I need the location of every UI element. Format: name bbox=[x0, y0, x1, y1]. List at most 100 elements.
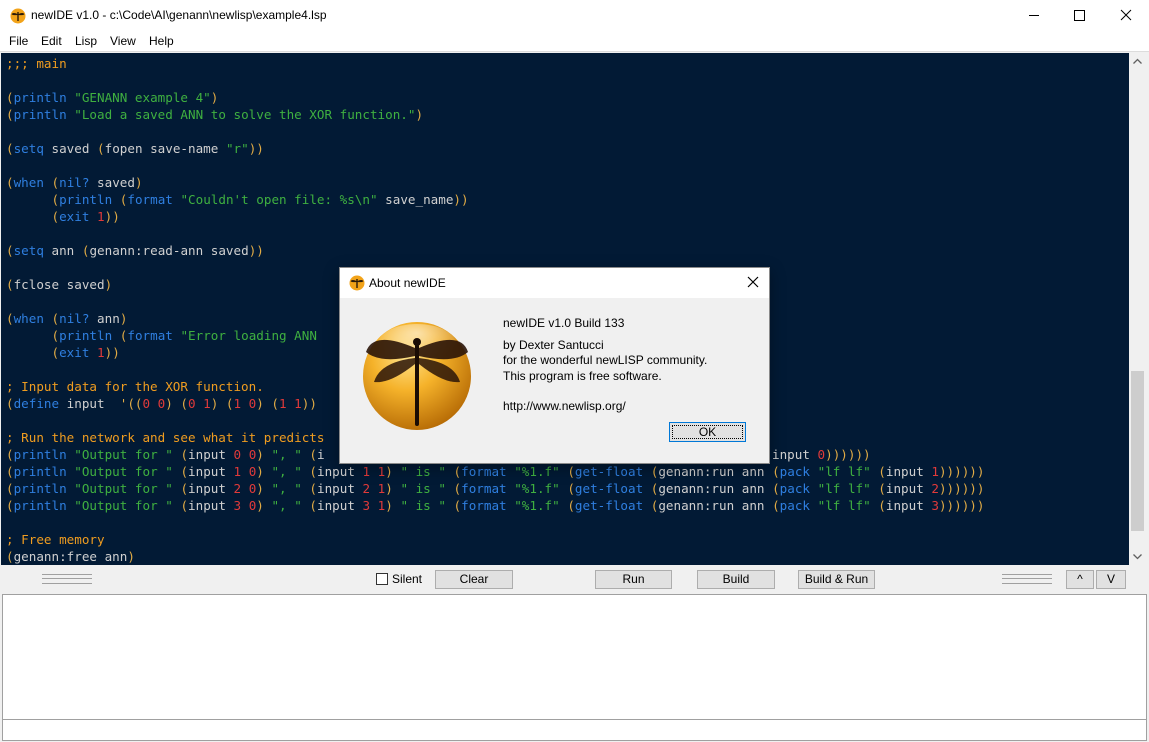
build-and-run-button[interactable]: Build & Run bbox=[798, 570, 875, 589]
code-line: ; Input data for the XOR function. bbox=[6, 378, 264, 395]
code-line: (println (format "Error loading ANN bbox=[6, 327, 317, 344]
code-token-paren: ( bbox=[6, 243, 14, 258]
code-token-paren: ( bbox=[6, 549, 14, 564]
maximize-button[interactable] bbox=[1057, 0, 1103, 31]
code-token-paren: ( bbox=[6, 90, 14, 105]
code-token-number: 2 bbox=[931, 481, 939, 496]
code-token-comment: ; Input data for the XOR function. bbox=[6, 379, 264, 394]
code-token-keyword: exit bbox=[59, 209, 90, 224]
history-down-button[interactable]: V bbox=[1096, 570, 1126, 589]
code-token-paren: ) ( bbox=[165, 396, 189, 411]
code-token-keyword: format bbox=[461, 464, 507, 479]
scroll-thumb[interactable] bbox=[1131, 371, 1144, 531]
code-token-plain: input bbox=[317, 464, 363, 479]
code-token-plain: fopen save-name bbox=[104, 141, 226, 156]
code-token-keyword: format bbox=[127, 328, 173, 343]
splitter-grip-right[interactable] bbox=[1002, 574, 1052, 584]
code-token-paren: ) bbox=[127, 549, 135, 564]
code-token-keyword: println bbox=[13, 498, 67, 513]
editor-scrollbar[interactable] bbox=[1129, 53, 1146, 565]
silent-checkbox[interactable] bbox=[376, 573, 388, 585]
code-token-plain: ann bbox=[43, 243, 82, 258]
history-up-button[interactable]: ^ bbox=[1066, 570, 1094, 589]
chevron-down-icon bbox=[1133, 554, 1142, 560]
minimize-button[interactable] bbox=[1011, 0, 1057, 31]
about-url[interactable]: http://www.newlisp.org/ bbox=[503, 399, 626, 413]
code-line: (println "Output for " (input 2 0) ", " … bbox=[6, 480, 984, 497]
code-token-plain: genann:run ann bbox=[658, 498, 773, 513]
code-token-paren: ( bbox=[6, 277, 14, 292]
code-token-plain: genann:run ann bbox=[658, 464, 773, 479]
code-token-string: " is " bbox=[400, 464, 446, 479]
code-token-number: 3 0 bbox=[233, 498, 257, 513]
code-line: (fclose saved) bbox=[6, 276, 112, 293]
code-token-paren: ) ( bbox=[210, 396, 234, 411]
code-token-paren: ( bbox=[51, 311, 60, 326]
menu-view[interactable]: View bbox=[110, 34, 136, 48]
code-token-paren: ( bbox=[6, 447, 14, 462]
output-pane[interactable] bbox=[2, 594, 1147, 720]
code-token-paren: )) bbox=[104, 345, 120, 360]
code-token-number: 1 bbox=[97, 209, 105, 224]
clear-button[interactable]: Clear bbox=[435, 570, 513, 589]
scroll-down-arrow[interactable] bbox=[1129, 548, 1146, 565]
scroll-up-arrow[interactable] bbox=[1129, 53, 1146, 70]
code-token-string: "Load a saved ANN to solve the XOR funct… bbox=[74, 107, 416, 122]
code-token-paren: ( bbox=[51, 328, 60, 343]
code-line: (when (nil? ann) bbox=[6, 310, 127, 327]
code-token-string: "lf lf" bbox=[817, 481, 871, 496]
close-icon bbox=[1120, 9, 1132, 21]
code-token-paren: ( bbox=[309, 481, 317, 496]
code-token-paren: ( bbox=[453, 498, 462, 513]
command-input[interactable] bbox=[2, 719, 1147, 741]
menu-file[interactable]: File bbox=[9, 34, 28, 48]
code-token-keyword: exit bbox=[59, 345, 90, 360]
code-token-paren: ( bbox=[6, 498, 14, 513]
code-token-paren: ) bbox=[256, 447, 264, 462]
code-token-number: 3 bbox=[931, 498, 939, 513]
code-line: (setq saved (fopen save-name "r")) bbox=[6, 140, 264, 157]
menu-help[interactable]: Help bbox=[149, 34, 174, 48]
code-token-string: "%1.f" bbox=[514, 464, 560, 479]
dialog-close-button[interactable] bbox=[738, 268, 768, 298]
code-token-comment: ; Run the network and see what it predic… bbox=[6, 430, 325, 445]
about-dialog-titlebar: About newIDE bbox=[340, 268, 769, 298]
code-line: (exit 1)) bbox=[6, 208, 120, 225]
close-button[interactable] bbox=[1103, 0, 1149, 31]
code-token-number: 0 bbox=[817, 447, 826, 462]
code-line: ; Free memory bbox=[6, 531, 105, 548]
code-line: ;;; main bbox=[6, 55, 67, 72]
code-token-paren: ) bbox=[256, 498, 264, 513]
code-token-keyword: setq bbox=[13, 141, 44, 156]
build-button[interactable]: Build bbox=[697, 570, 775, 589]
code-token-number: 1 bbox=[931, 464, 939, 479]
menu-edit[interactable]: Edit bbox=[41, 34, 62, 48]
code-line: (println "Load a saved ANN to solve the … bbox=[6, 106, 423, 123]
splitter-grip-left[interactable] bbox=[42, 574, 92, 584]
code-token-plain: ann bbox=[89, 311, 120, 326]
code-token-number: 1 1 bbox=[279, 396, 302, 411]
code-token-string: "%1.f" bbox=[514, 481, 560, 496]
code-token-plain: saved bbox=[43, 141, 98, 156]
code-token-number: 1 0 bbox=[233, 464, 257, 479]
run-button[interactable]: Run bbox=[595, 570, 672, 589]
code-token-number: 3 1 bbox=[362, 498, 386, 513]
code-token-comment: ; Free memory bbox=[6, 532, 105, 547]
code-token-number: 0 0 bbox=[142, 396, 166, 411]
code-token-paren: ( bbox=[6, 464, 14, 479]
code-token-plain: input bbox=[59, 396, 120, 411]
code-token-paren: ) bbox=[415, 107, 424, 122]
code-token-paren: ( bbox=[6, 311, 14, 326]
dragonfly-logo bbox=[363, 322, 471, 430]
code-token-paren: ) bbox=[385, 498, 393, 513]
code-token-plain: input bbox=[885, 464, 932, 479]
code-token-number: 2 0 bbox=[233, 481, 257, 496]
menu-lisp[interactable]: Lisp bbox=[75, 34, 97, 48]
about-license: This program is free software. bbox=[503, 369, 662, 383]
code-token-keyword: println bbox=[13, 464, 67, 479]
code-token-plain: genann:run ann bbox=[658, 481, 773, 496]
ok-button[interactable]: OK bbox=[669, 422, 746, 442]
code-token-string: "Output for " bbox=[74, 498, 173, 513]
